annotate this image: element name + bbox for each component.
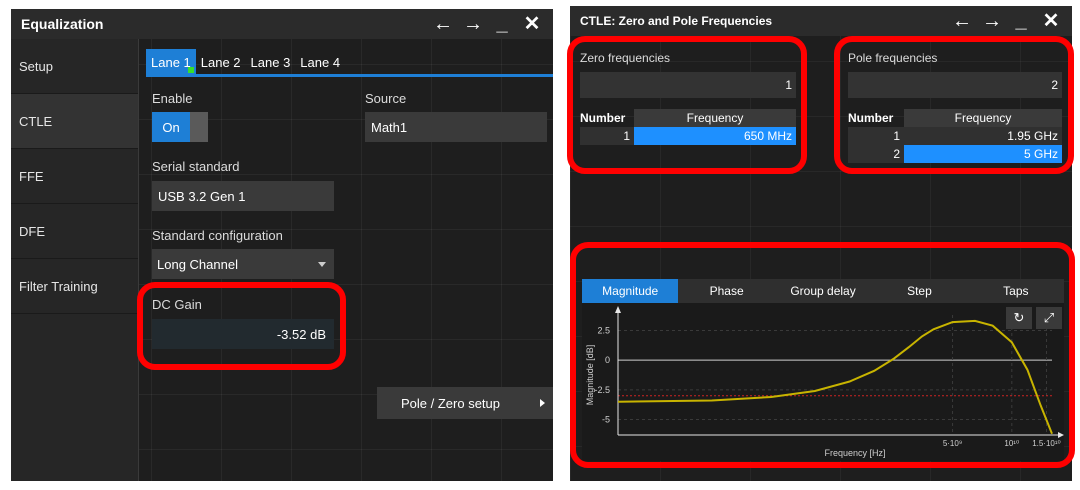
- sidebar-item-dfe[interactable]: DFE: [11, 204, 138, 259]
- tab-lane-4[interactable]: Lane 4: [295, 49, 345, 74]
- y-tick-label: 2.5: [597, 325, 610, 335]
- plot-tabs: Magnitude Phase Group delay Step Taps: [582, 279, 1064, 303]
- undo-icon[interactable]: ↻: [1006, 307, 1032, 329]
- title-bar: CTLE: Zero and Pole Frequencies ← → _ ✕: [570, 6, 1072, 36]
- close-icon[interactable]: ✕: [523, 13, 541, 35]
- sidebar-item-setup[interactable]: Setup: [11, 39, 138, 94]
- pole-zero-setup-button[interactable]: Pole / Zero setup: [377, 387, 553, 419]
- close-icon[interactable]: ✕: [1042, 10, 1060, 32]
- tab-lane-1[interactable]: Lane 1: [146, 49, 196, 74]
- tab-group-delay[interactable]: Group delay: [775, 279, 871, 303]
- serial-standard-field[interactable]: USB 3.2 Gen 1: [152, 181, 334, 211]
- y-axis-label: Magnitude [dB]: [585, 345, 595, 406]
- pole-frequency-cell-2[interactable]: 5 GHz: [904, 145, 1062, 163]
- tab-step[interactable]: Step: [871, 279, 967, 303]
- arrow-right-icon[interactable]: →: [982, 10, 1002, 32]
- table-cell-number: 1: [580, 127, 634, 145]
- dc-gain-input[interactable]: -3.52 dB: [152, 319, 334, 349]
- table-cell-number: 2: [848, 145, 904, 163]
- zero-col-number: Number: [580, 111, 626, 125]
- equalization-window: Equalization ← → _ ✕ Setup CTLE FFE DFE …: [11, 9, 553, 481]
- magnitude-curve: [617, 319, 1053, 435]
- enable-label: Enable: [152, 91, 193, 106]
- tab-taps[interactable]: Taps: [968, 279, 1064, 303]
- y-tick-label: -2.5: [594, 385, 610, 395]
- pole-count-input[interactable]: 2: [848, 72, 1062, 98]
- sidebar-item-ctle[interactable]: CTLE: [11, 94, 138, 149]
- active-indicator: [187, 67, 194, 73]
- magnitude-plot[interactable]: 2.5 0 -2.5 -5 5·10⁹ 10¹⁰ 1.5·10¹⁰ Frequency [Hz…: [582, 303, 1064, 461]
- expand-icon[interactable]: ⤢: [1036, 307, 1062, 329]
- tab-magnitude[interactable]: Magnitude: [582, 279, 679, 303]
- x-axis-label: Frequency [Hz]: [824, 448, 885, 458]
- enable-toggle[interactable]: On: [152, 112, 208, 142]
- standard-config-label: Standard configuration: [152, 228, 283, 243]
- title-bar: Equalization ← → _ ✕: [11, 9, 553, 39]
- arrow-left-icon[interactable]: ←: [952, 10, 972, 32]
- toggle-knob: [190, 112, 208, 142]
- arrow-left-icon[interactable]: ←: [433, 13, 453, 35]
- zero-frequency-cell[interactable]: 650 MHz: [634, 127, 796, 145]
- tab-lane-3[interactable]: Lane 3: [246, 49, 296, 74]
- y-tick-label: -5: [602, 415, 610, 425]
- dc-gain-label: DC Gain: [152, 297, 202, 312]
- zero-frequencies-label: Zero frequencies: [580, 51, 671, 65]
- sidebar: Setup CTLE FFE DFE Filter Training: [11, 39, 139, 481]
- zero-col-frequency: Frequency: [634, 109, 796, 127]
- arrow-right-icon[interactable]: →: [463, 13, 483, 35]
- sidebar-item-ffe[interactable]: FFE: [11, 149, 138, 204]
- tab-lane-2[interactable]: Lane 2: [196, 49, 246, 74]
- pole-col-frequency: Frequency: [904, 109, 1062, 127]
- ctle-zero-pole-window: CTLE: Zero and Pole Frequencies ← → _ ✕ …: [570, 6, 1072, 481]
- y-tick-label: 0: [605, 355, 610, 365]
- sidebar-item-filter-training[interactable]: Filter Training: [11, 259, 138, 314]
- zero-count-input[interactable]: 1: [580, 72, 796, 98]
- pole-frequencies-label: Pole frequencies: [848, 51, 938, 65]
- minimize-icon[interactable]: _: [493, 13, 511, 35]
- x-tick-label: 5·10⁹: [943, 439, 962, 448]
- window-title: Equalization: [21, 16, 104, 32]
- arrow-right-small-icon: [540, 399, 545, 407]
- y-axis-arrow: [615, 306, 621, 313]
- source-label: Source: [365, 91, 407, 106]
- minimize-icon[interactable]: _: [1012, 10, 1030, 32]
- pole-frequency-cell-1[interactable]: 1.95 GHz: [904, 127, 1062, 145]
- window-title: CTLE: Zero and Pole Frequencies: [580, 14, 773, 28]
- x-tick-label: 10¹⁰: [1004, 439, 1019, 448]
- standard-config-select[interactable]: Long Channel: [152, 249, 334, 279]
- pole-col-number: Number: [848, 111, 894, 125]
- tab-phase[interactable]: Phase: [678, 279, 774, 303]
- magnitude-chart-svg: 2.5 0 -2.5 -5 5·10⁹ 10¹⁰ 1.5·10¹⁰ Frequency [Hz…: [585, 306, 1064, 458]
- lane-tabs: Lane 1 Lane 2 Lane 3 Lane 4: [146, 49, 553, 77]
- chevron-down-icon: [318, 262, 326, 267]
- x-tick-label: 1.5·10¹⁰: [1032, 439, 1061, 448]
- source-field[interactable]: Math1: [365, 112, 547, 142]
- x-axis-arrow: [1058, 432, 1064, 438]
- serial-standard-label: Serial standard: [152, 159, 240, 174]
- toggle-on-label: On: [152, 112, 190, 142]
- table-cell-number: 1: [848, 127, 904, 145]
